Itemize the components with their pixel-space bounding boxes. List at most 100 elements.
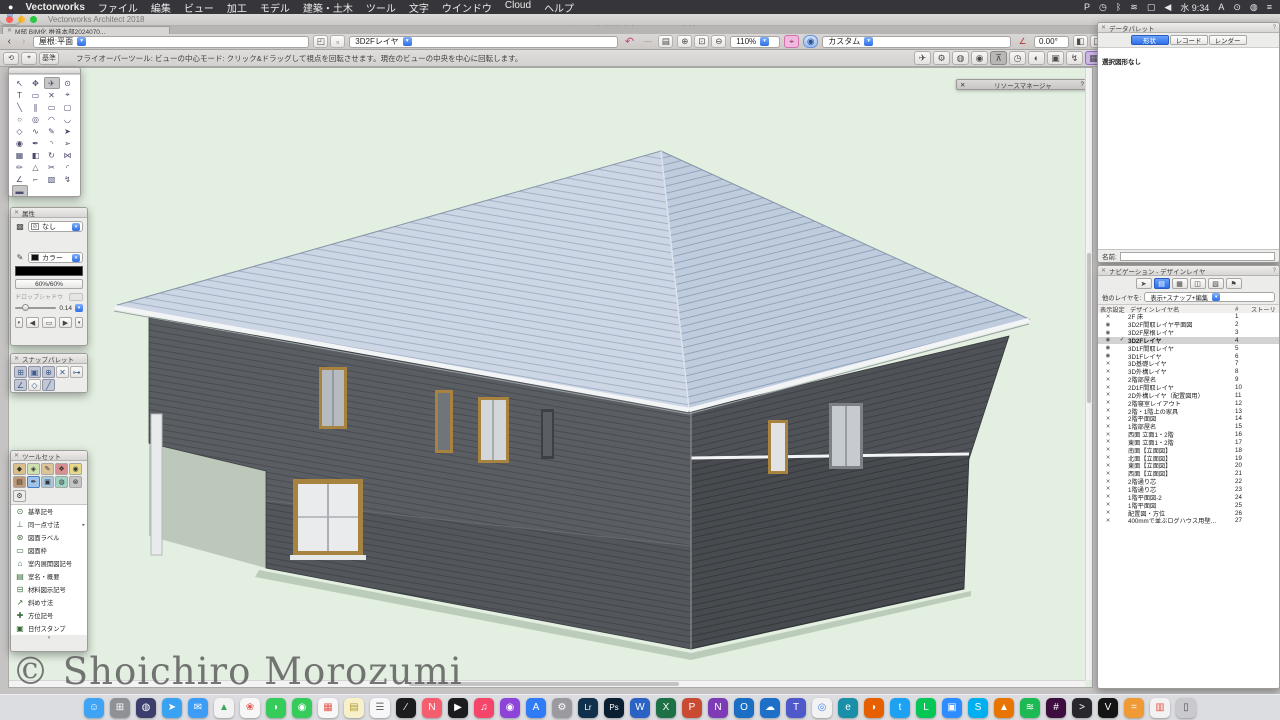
dock-icon[interactable]: ▣ <box>942 698 962 718</box>
layer-visibility-toggle[interactable]: ✕ <box>1100 416 1116 422</box>
pen-style-dropdown[interactable]: カラー ▾ <box>28 252 83 263</box>
tool-icon[interactable]: ◎ <box>28 113 44 125</box>
dock-icon[interactable]: ♫ <box>474 698 494 718</box>
toolset-tool[interactable]: ▭ 図面枠 <box>11 544 87 557</box>
view-mode-icon[interactable]: ▣ <box>1047 51 1064 65</box>
close-icon[interactable]: ✕ <box>960 81 965 89</box>
tool-mode-button[interactable]: ⟲ <box>3 52 19 65</box>
layer-visibility-toggle[interactable]: ✕ <box>1100 385 1116 391</box>
layer-visibility-toggle[interactable]: ✕ <box>1100 424 1116 430</box>
toolset-category-icon[interactable]: ⊗ <box>69 476 82 488</box>
dock-icon[interactable]: ❀ <box>240 698 260 718</box>
tool-icon[interactable]: ▬ <box>12 185 28 197</box>
dock-icon[interactable]: ☰ <box>370 698 390 718</box>
attributes-palette-title[interactable]: ✕ 属性 <box>11 208 87 218</box>
dock-icon[interactable]: ◗ <box>864 698 884 718</box>
dropdown-button[interactable]: ▾ <box>77 37 86 46</box>
dock-icon[interactable]: ▲ <box>994 698 1014 718</box>
dock-icon[interactable]: t <box>890 698 910 718</box>
layer-visibility-toggle[interactable]: ✕ <box>1100 369 1116 375</box>
dock-icon[interactable]: ➤ <box>162 698 182 718</box>
toolset-category-icon[interactable]: ◉ <box>69 463 82 475</box>
zoom-level-dropdown[interactable]: 110% ▾ <box>730 36 780 48</box>
menu-item[interactable]: ウインドウ <box>442 0 492 15</box>
dock-icon[interactable]: X <box>656 698 676 718</box>
tab-close-icon[interactable]: ✕ <box>7 27 12 34</box>
dock-icon[interactable]: ⚙ <box>552 698 572 718</box>
layer-visibility-toggle[interactable]: ✕ <box>1100 361 1116 367</box>
layer-visibility-toggle[interactable]: ◉ <box>1100 330 1116 336</box>
toolset-tool[interactable]: ⊟ 材料図示記号 <box>11 583 87 596</box>
back-view-button[interactable]: ‹ <box>4 36 14 48</box>
snap-toggle[interactable]: ◇ <box>28 379 41 391</box>
view-mode-icon[interactable]: ◉ <box>971 51 988 65</box>
tool-icon[interactable]: ○ <box>12 113 28 125</box>
slider-knob[interactable] <box>22 304 29 311</box>
tool-icon[interactable]: ✎ <box>44 125 60 137</box>
snap-toggle[interactable]: ✕ <box>56 366 69 378</box>
view-mode-icon[interactable]: ◐ <box>1028 51 1045 65</box>
layer-dropdown[interactable]: 3D2Fレイヤ ▾ <box>349 36 618 48</box>
toolset-tool[interactable]: ⊥ 同一点寸法 ▸ <box>11 518 87 531</box>
toolset-palette-title[interactable]: ✕ ツールセット <box>11 451 87 461</box>
layer-visibility-toggle[interactable]: ✕ <box>1100 502 1116 508</box>
toolset-category-icon[interactable]: ❖ <box>55 463 68 475</box>
view-mode-icon[interactable]: ✈ <box>914 51 931 65</box>
toolset-tool[interactable]: ▤ 室名・概要 <box>11 570 87 583</box>
tool-icon[interactable]: ◜ <box>60 161 76 173</box>
menu-item[interactable]: モデル <box>260 0 290 15</box>
status-icon[interactable]: A <box>1218 2 1224 13</box>
object-name-input[interactable] <box>1120 252 1275 261</box>
viewbar-icon[interactable]: ◰ <box>313 35 328 48</box>
dock-icon[interactable]: T <box>786 698 806 718</box>
dock-icon[interactable]: ✉ <box>188 698 208 718</box>
toolset-tool[interactable]: ⌂ 室内展開図記号 <box>11 557 87 570</box>
tool-icon[interactable]: ⌖ <box>60 89 76 101</box>
saved-view-dropdown[interactable]: 屋根:平面 ▾ <box>33 36 309 48</box>
tool-icon[interactable]: ▭ <box>44 101 60 113</box>
tool-icon[interactable]: ◠ <box>44 113 60 125</box>
menu-item[interactable]: 建築・土木 <box>303 0 353 15</box>
data-palette-tab[interactable]: レンダー <box>1209 35 1247 45</box>
layer-visibility-toggle[interactable]: ✕ <box>1100 518 1116 524</box>
help-icon[interactable]: ? <box>1273 25 1276 31</box>
navigation-tab[interactable]: ▧ <box>1208 278 1224 289</box>
tool-icon[interactable]: ✂ <box>44 161 60 173</box>
tool-icon[interactable]: ▧ <box>44 173 60 185</box>
menu-item[interactable]: 編集 <box>151 0 171 15</box>
dropdown-button[interactable]: ▾ <box>72 254 80 262</box>
zoom-window-button[interactable] <box>30 16 37 23</box>
start-marker-button[interactable]: ◀ <box>26 317 40 328</box>
layer-visibility-toggle[interactable]: ✕ <box>1100 439 1116 445</box>
tool-mode-button[interactable]: 基準 <box>39 52 59 65</box>
tool-icon[interactable]: ◇ <box>12 125 28 137</box>
toolset-gear-icon[interactable]: ⚙ <box>13 490 26 502</box>
view-mode-icon[interactable]: ⊼ <box>990 51 1007 65</box>
dropdown-button[interactable]: ▾ <box>1212 293 1220 301</box>
dropdown-button[interactable]: ▾ <box>760 37 769 46</box>
menu-item[interactable]: ヘルプ <box>544 0 574 15</box>
apple-menu-icon[interactable]: ● <box>8 2 13 12</box>
tool-icon[interactable]: △ <box>28 161 44 173</box>
status-icon[interactable]: ◍ <box>1250 2 1258 13</box>
tool-icon[interactable]: ✕ <box>44 89 60 101</box>
toolset-tool[interactable]: ✚ 方位記号 <box>11 609 87 622</box>
menu-item[interactable]: ツール <box>366 0 396 15</box>
zoom-tool-icon[interactable]: ⊖ <box>711 35 726 48</box>
dock-icon[interactable]: V <box>1098 698 1118 718</box>
menu-item[interactable]: ファイル <box>98 0 138 15</box>
snap-palette-title[interactable]: ✕ スナップパレット <box>11 354 87 364</box>
tool-icon[interactable]: ⋈ <box>60 149 76 161</box>
menu-clock[interactable]: 水 9:34 <box>1180 1 1209 14</box>
tool-icon[interactable]: ↖ <box>12 77 28 89</box>
dropdown-button[interactable]: ▾ <box>864 37 873 46</box>
dock-icon[interactable]: ◉ <box>500 698 520 718</box>
navigation-tab[interactable]: ▤ <box>1154 278 1170 289</box>
dock-icon[interactable]: A <box>526 698 546 718</box>
toolset-category-icon[interactable]: ✎ <box>41 463 54 475</box>
status-icon[interactable]: ᛒ <box>1116 2 1121 13</box>
dock-icon[interactable]: ▦ <box>318 698 338 718</box>
snap-toggle[interactable]: ⊶ <box>70 366 83 378</box>
minimize-window-button[interactable] <box>18 16 25 23</box>
end-marker-button[interactable]: ▶ <box>59 317 73 328</box>
